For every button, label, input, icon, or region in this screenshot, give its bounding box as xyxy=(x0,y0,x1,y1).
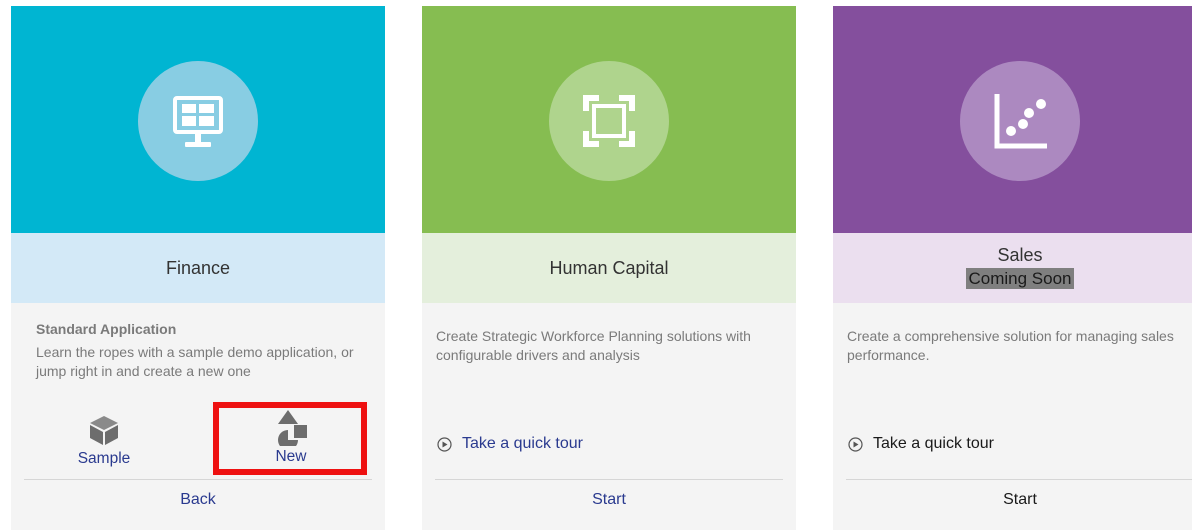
finance-icon-circle xyxy=(138,61,258,181)
divider xyxy=(435,479,783,480)
take-tour-link[interactable]: Take a quick tour xyxy=(437,435,583,453)
scatter-chart-icon xyxy=(994,94,1047,149)
finance-hero xyxy=(11,6,385,233)
human-capital-card: Human Capital Create Strategic Workforce… xyxy=(422,6,796,530)
sales-title-band: Sales Coming Soon xyxy=(833,233,1192,303)
tour-label: Take a quick tour xyxy=(873,435,994,452)
card-description: Create a comprehensive solution for mana… xyxy=(847,328,1174,363)
sample-label: Sample xyxy=(77,450,131,467)
focus-square-icon xyxy=(583,95,635,147)
human-capital-title-band: Human Capital xyxy=(422,233,796,303)
card-title: Human Capital xyxy=(549,258,669,278)
start-link[interactable]: Start xyxy=(422,491,796,509)
card-title: Sales xyxy=(997,245,1043,265)
play-circle-icon xyxy=(437,436,452,452)
take-tour-link[interactable]: Take a quick tour xyxy=(848,435,994,453)
card-title: Finance xyxy=(165,258,231,278)
human-capital-hero xyxy=(422,6,796,233)
coming-soon-badge: Coming Soon xyxy=(966,268,1074,289)
highlight-box xyxy=(213,402,367,475)
sample-button[interactable]: Sample xyxy=(69,414,139,468)
human-capital-icon-circle xyxy=(549,61,669,181)
sales-card: Sales Coming Soon Create a comprehensive… xyxy=(833,6,1192,530)
divider xyxy=(24,479,372,480)
finance-title-band: Finance xyxy=(11,233,385,303)
card-description: Create Strategic Workforce Planning solu… xyxy=(436,328,751,363)
tour-label: Take a quick tour xyxy=(462,435,583,452)
start-link[interactable]: Start xyxy=(833,491,1192,509)
back-link[interactable]: Back xyxy=(11,491,385,509)
cube-icon xyxy=(90,416,118,445)
card-description: Learn the ropes with a sample demo appli… xyxy=(36,344,354,379)
play-circle-icon xyxy=(848,436,863,452)
sales-hero xyxy=(833,6,1192,233)
card-subtitle: Standard Application xyxy=(36,321,177,337)
sales-icon-circle xyxy=(960,61,1080,181)
divider xyxy=(846,479,1192,480)
monitor-dashboard-icon xyxy=(173,96,223,147)
